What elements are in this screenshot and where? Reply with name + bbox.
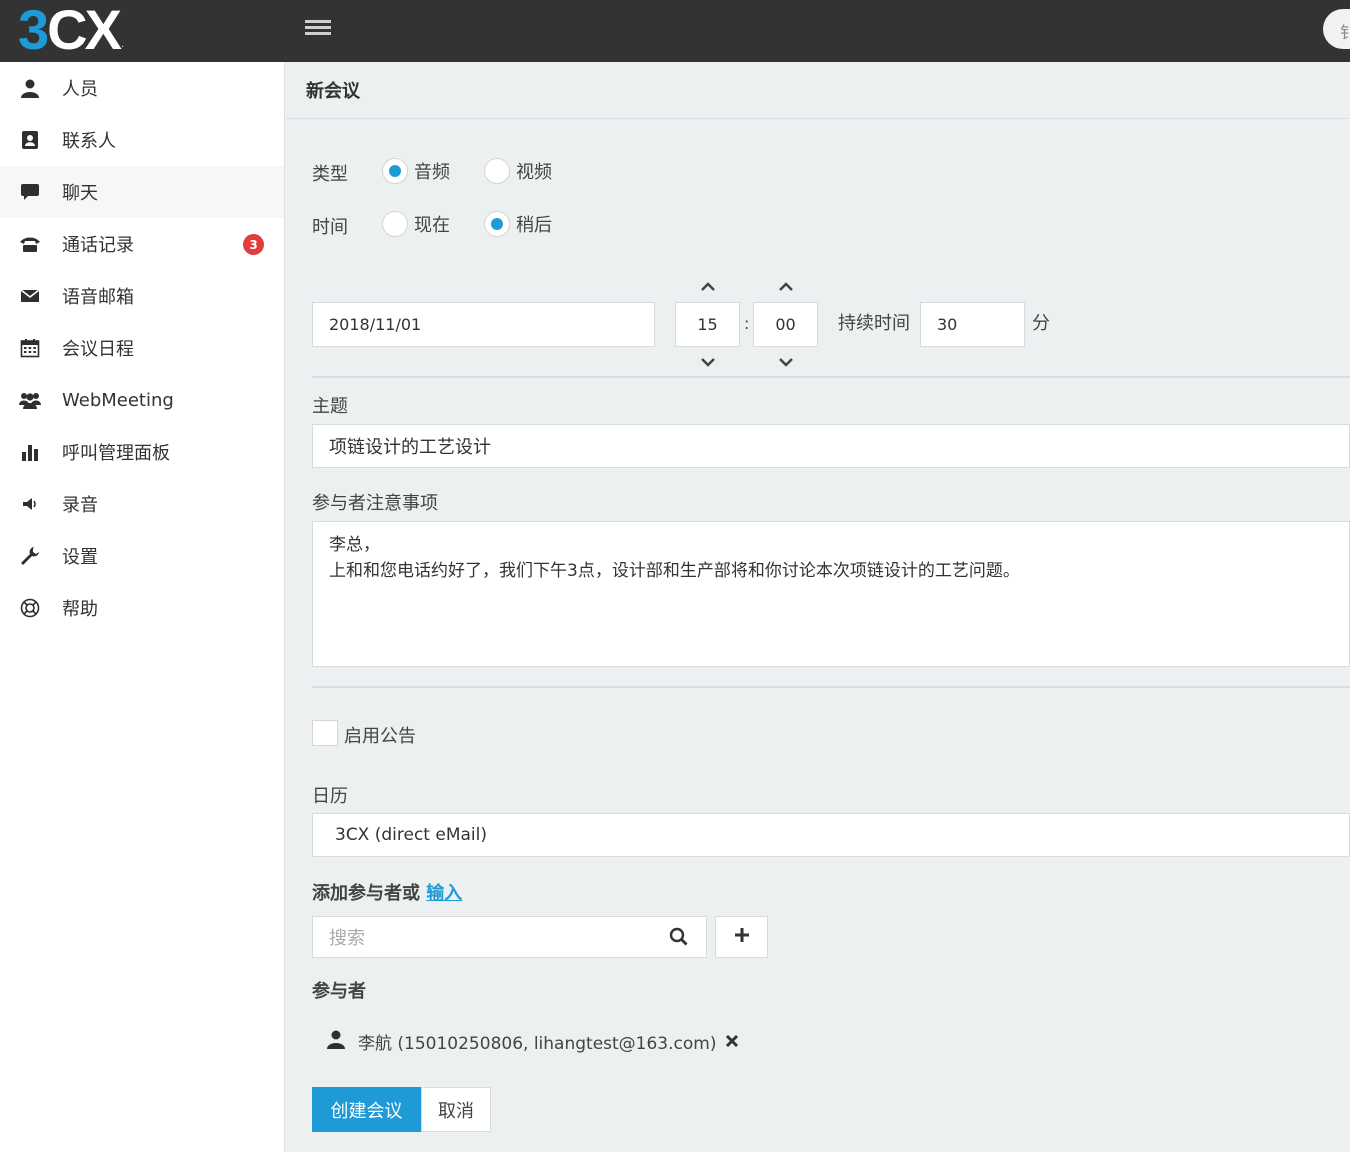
- radio-label: 现在: [414, 215, 450, 236]
- sidebar-item-settings[interactable]: 设置: [0, 530, 284, 582]
- hour-input[interactable]: 15: [675, 302, 740, 347]
- sidebar-item-people[interactable]: 人员: [0, 62, 284, 114]
- speaker-icon: [18, 492, 42, 516]
- sidebar-item-label: 联系人: [62, 131, 116, 152]
- notes-label: 参与者注意事项: [312, 493, 438, 514]
- type-audio-radio[interactable]: 音频: [382, 158, 450, 184]
- remove-participant-close-icon[interactable]: [725, 1033, 739, 1052]
- cancel-button[interactable]: 取消: [421, 1087, 491, 1132]
- enter-link[interactable]: 输入: [426, 883, 462, 904]
- subject-label: 主题: [312, 396, 348, 417]
- participant-row: 李航 (15010250806, lihangtest@163.com): [326, 1029, 716, 1054]
- plus-icon: [734, 927, 750, 947]
- page-title: 新会议: [306, 81, 360, 102]
- main-content: 新会议 类型 音频 视频 时间 现在 稍后 2018/11/01 15 : 00…: [286, 62, 1350, 1152]
- radio-circle: [484, 158, 510, 184]
- duration-input[interactable]: 30: [920, 302, 1025, 347]
- divider: [312, 376, 1350, 378]
- sidebar-item-call-log[interactable]: 通话记录 3: [0, 218, 284, 270]
- sidebar-item-help[interactable]: 帮助: [0, 582, 284, 634]
- call-log-badge: 3: [243, 234, 264, 255]
- time-label: 时间: [312, 217, 348, 238]
- user-icon: [326, 1029, 346, 1054]
- duration-unit: 分: [1032, 313, 1050, 334]
- bar-chart-icon: [18, 440, 42, 464]
- date-input[interactable]: 2018/11/01: [312, 302, 655, 347]
- sidebar-item-label: 聊天: [62, 183, 98, 204]
- radio-circle: [382, 158, 408, 184]
- announcement-label: 启用公告: [344, 726, 416, 747]
- type-video-radio[interactable]: 视频: [484, 158, 552, 184]
- add-participants-heading: 添加参与者或 输入: [312, 879, 462, 905]
- minute-down-chevron-icon[interactable]: [774, 354, 798, 370]
- add-participant-button[interactable]: [715, 916, 768, 958]
- participant-text: 李航 (15010250806, lihangtest@163.com): [358, 1034, 717, 1054]
- notes-textarea[interactable]: 李总， 上和和您电话约好了，我们下午3点，设计部和生产部将和你讨论本次项链设计的…: [312, 521, 1350, 667]
- envelope-icon: [18, 284, 42, 308]
- radio-selected-dot: [491, 218, 503, 230]
- sidebar-item-voicemail[interactable]: 语音邮箱: [0, 270, 284, 322]
- participants-heading: 参与者: [312, 981, 366, 1002]
- phone-icon: [18, 232, 42, 256]
- sidebar-item-label: 录音: [62, 495, 98, 516]
- wrench-icon: [18, 544, 42, 568]
- lifebuoy-icon: [18, 596, 42, 620]
- chat-icon: [18, 180, 42, 204]
- sidebar-item-label: 语音邮箱: [62, 287, 134, 308]
- hour-down-chevron-icon[interactable]: [696, 354, 720, 370]
- sidebar-item-label: 设置: [62, 547, 98, 568]
- search-icon[interactable]: [669, 927, 688, 951]
- radio-label: 音频: [414, 162, 450, 183]
- radio-selected-dot: [389, 165, 401, 177]
- users-icon: [18, 388, 42, 412]
- sidebar: 人员 联系人 聊天 通话记录 3 语音邮箱 会议日程 WebMeeting 呼叫…: [0, 62, 285, 1152]
- top-bar: 3 CX . 钅: [0, 0, 1350, 62]
- sidebar-item-label: 人员: [62, 79, 98, 100]
- time-later-radio[interactable]: 稍后: [484, 211, 552, 237]
- radio-circle: [382, 211, 408, 237]
- hour-up-chevron-icon[interactable]: [696, 279, 720, 295]
- user-menu-button[interactable]: 钅: [1323, 9, 1350, 49]
- announcement-checkbox[interactable]: [312, 720, 338, 746]
- sidebar-item-contacts[interactable]: 联系人: [0, 114, 284, 166]
- logo-digit: 3: [18, 0, 49, 61]
- brand-logo[interactable]: 3 CX .: [18, 2, 124, 58]
- time-now-radio[interactable]: 现在: [382, 211, 450, 237]
- address-book-icon: [18, 128, 42, 152]
- add-participants-label: 添加参与者或: [312, 883, 420, 904]
- minute-up-chevron-icon[interactable]: [774, 279, 798, 295]
- create-meeting-button[interactable]: 创建会议: [312, 1087, 421, 1132]
- time-separator: :: [744, 314, 750, 333]
- calendar-label: 日历: [312, 786, 348, 807]
- sidebar-item-label: 帮助: [62, 599, 98, 620]
- sidebar-item-label: 呼叫管理面板: [62, 443, 170, 464]
- minute-input[interactable]: 00: [753, 302, 818, 347]
- logo-letters: CX: [47, 0, 122, 61]
- user-icon: [18, 76, 42, 100]
- divider: [312, 686, 1350, 688]
- logo-mark: .: [120, 39, 125, 50]
- radio-circle: [484, 211, 510, 237]
- sidebar-item-chat[interactable]: 聊天: [0, 166, 284, 218]
- sidebar-item-webmeeting[interactable]: WebMeeting: [0, 374, 284, 426]
- sidebar-item-meeting-schedule[interactable]: 会议日程: [0, 322, 284, 374]
- subject-input[interactable]: 项链设计的工艺设计: [312, 424, 1350, 468]
- search-placeholder: 搜索: [329, 928, 365, 949]
- sidebar-item-recordings[interactable]: 录音: [0, 478, 284, 530]
- duration-label: 持续时间: [838, 313, 910, 334]
- user-menu-label: 钅: [1340, 23, 1350, 42]
- participant-search-input[interactable]: 搜索: [312, 916, 707, 958]
- calendar-select[interactable]: 3CX (direct eMail): [312, 813, 1350, 857]
- sidebar-item-label: 会议日程: [62, 339, 134, 360]
- type-label: 类型: [312, 164, 348, 185]
- sidebar-item-label: 通话记录: [62, 235, 134, 256]
- radio-label: 视频: [516, 162, 552, 183]
- radio-label: 稍后: [516, 215, 552, 236]
- sidebar-item-label: WebMeeting: [62, 389, 174, 411]
- menu-toggle-icon[interactable]: [305, 20, 331, 40]
- sidebar-item-call-management-panel[interactable]: 呼叫管理面板: [0, 426, 284, 478]
- calendar-icon: [18, 336, 42, 360]
- page-header: 新会议: [286, 62, 1350, 119]
